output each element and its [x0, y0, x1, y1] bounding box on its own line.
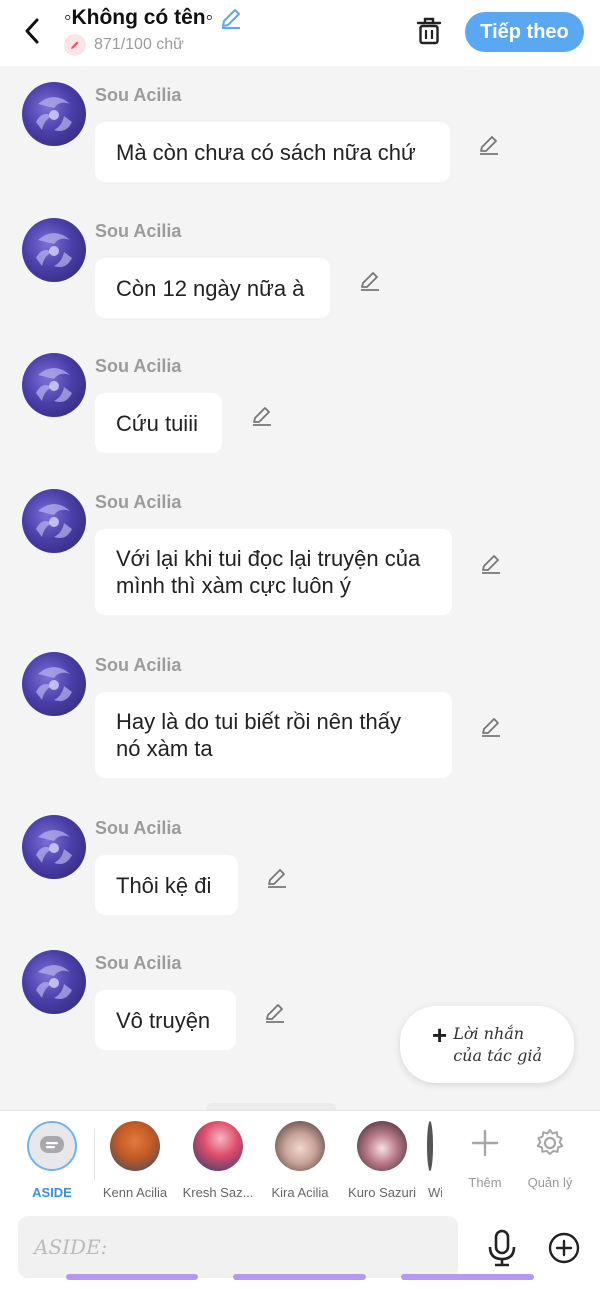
delete-button[interactable]: [412, 14, 446, 48]
message-bubble[interactable]: Hay là do tui biết rồi nên thấy nó xàm t…: [95, 692, 452, 778]
character-aside[interactable]: ASIDE: [8, 1121, 96, 1200]
character-name: ASIDE: [32, 1185, 72, 1200]
plus-icon: +: [432, 1020, 448, 1050]
avatar[interactable]: [22, 815, 86, 879]
avatar: [357, 1121, 407, 1171]
story-title[interactable]: ◦Không có tên◦: [64, 6, 243, 30]
avatar[interactable]: [22, 353, 86, 417]
story-title-block: ◦Không có tên◦ 871/100 chữ: [64, 6, 243, 56]
plus-circle-icon: [548, 1232, 580, 1264]
avatar: [275, 1121, 325, 1171]
character-name: Kresh Saz...: [182, 1185, 254, 1200]
character-name: Kenn Acilia: [102, 1185, 168, 1200]
character-item[interactable]: Kira Acilia: [256, 1121, 344, 1200]
add-label: Thêm: [468, 1175, 502, 1190]
message-bubble[interactable]: Thôi kệ đi: [95, 855, 238, 915]
word-count-row: 871/100 chữ: [64, 34, 243, 56]
manage-button[interactable]: Quản lý: [520, 1123, 580, 1190]
message-input[interactable]: ASIDE:: [18, 1216, 458, 1278]
word-count: 871/100 chữ: [94, 36, 184, 53]
manage-label: Quản lý: [527, 1175, 573, 1190]
avatar: [110, 1121, 160, 1171]
character-item[interactable]: Kuro Sazuri: [338, 1121, 426, 1200]
sender-name: Sou Acilia: [95, 85, 182, 105]
microphone-icon: [488, 1229, 516, 1267]
aside-icon: [27, 1121, 77, 1171]
author-note-button[interactable]: + Lời nhắn của tác giả: [400, 1006, 574, 1083]
edit-icon[interactable]: [264, 865, 290, 891]
tab-indicator: [401, 1274, 534, 1280]
author-note-label: Lời nhắn của tác giả: [453, 1023, 542, 1065]
sender-name: Sou Acilia: [95, 655, 182, 675]
avatar: [193, 1121, 243, 1171]
mic-button[interactable]: [484, 1226, 520, 1270]
sender-name: Sou Acilia: [95, 221, 182, 241]
edit-icon[interactable]: [476, 132, 502, 158]
character-name: Kira Acilia: [271, 1185, 329, 1200]
tab-indicator: [233, 1274, 366, 1280]
plus-icon: [465, 1123, 505, 1163]
story-title-text: ◦Không có tên◦: [64, 6, 214, 29]
top-bar: ◦Không có tên◦ 871/100 chữ Tiếp theo: [0, 0, 600, 66]
character-name: Wi: [428, 1185, 442, 1200]
sender-name: Sou Acilia: [95, 492, 182, 512]
edit-icon[interactable]: [478, 551, 504, 577]
avatar[interactable]: [22, 218, 86, 282]
gear-icon: [530, 1123, 570, 1163]
message-bubble[interactable]: Còn 12 ngày nữa à: [95, 258, 330, 318]
pencil-icon[interactable]: [219, 6, 243, 30]
edit-icon[interactable]: [262, 1000, 288, 1026]
sender-name: Sou Acilia: [95, 818, 182, 838]
avatar[interactable]: [22, 652, 86, 716]
add-character-button[interactable]: Thêm: [455, 1123, 515, 1190]
trash-icon: [416, 17, 442, 45]
edit-icon[interactable]: [478, 714, 504, 740]
character-item[interactable]: Kenn Acilia: [91, 1121, 179, 1200]
edit-icon[interactable]: [249, 403, 275, 429]
sender-name: Sou Acilia: [95, 953, 182, 973]
avatar: [427, 1121, 433, 1171]
message-bubble[interactable]: Với lại khi tui đọc lại truyện của mình …: [95, 529, 452, 615]
pen-icon: [64, 34, 86, 56]
back-button[interactable]: [16, 14, 48, 48]
character-item[interactable]: Wi: [418, 1121, 442, 1200]
avatar[interactable]: [22, 82, 86, 146]
character-item[interactable]: Kresh Saz...: [174, 1121, 262, 1200]
message-bubble[interactable]: Vô truyện: [95, 990, 236, 1050]
next-button[interactable]: Tiếp theo: [465, 12, 584, 52]
edit-icon[interactable]: [357, 268, 383, 294]
chevron-left-icon: [25, 18, 39, 44]
tab-indicator: [66, 1274, 198, 1280]
avatar[interactable]: [22, 489, 86, 553]
character-bar: ASIDE Kenn Acilia Kresh Saz... Kira Acil…: [0, 1110, 600, 1206]
add-attachment-button[interactable]: [546, 1230, 582, 1266]
character-name: Kuro Sazuri: [348, 1185, 416, 1200]
sender-name: Sou Acilia: [95, 356, 182, 376]
avatar[interactable]: [22, 950, 86, 1014]
message-bubble[interactable]: Mà còn chưa có sách nữa chứ: [95, 122, 450, 182]
message-bubble[interactable]: Cứu tuiii: [95, 393, 222, 453]
